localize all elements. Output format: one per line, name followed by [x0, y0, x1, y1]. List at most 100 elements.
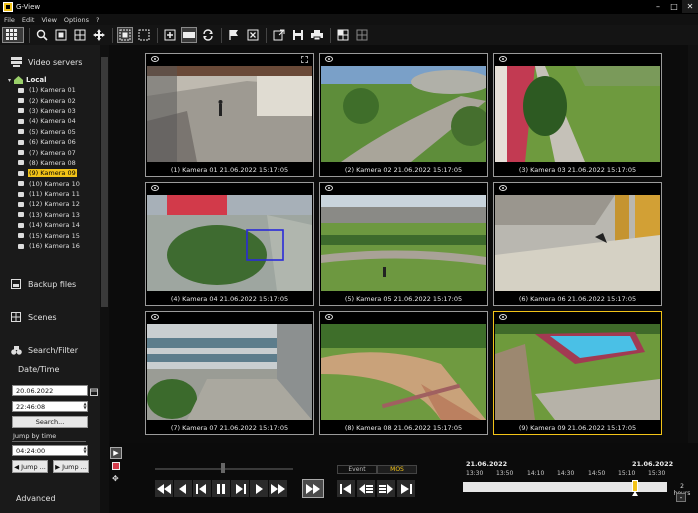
- menu-view[interactable]: View: [41, 16, 56, 24]
- video-servers-header[interactable]: Video servers: [10, 57, 82, 67]
- tree-root-local[interactable]: ▾ Local: [8, 75, 98, 85]
- export-icon[interactable]: [271, 27, 287, 43]
- menu-file[interactable]: File: [4, 16, 15, 24]
- eye-icon[interactable]: [499, 56, 507, 62]
- tree-camera-12[interactable]: (12) Kamera 12: [8, 199, 98, 209]
- eye-icon[interactable]: [151, 56, 159, 62]
- speed-slider-knob[interactable]: [221, 463, 225, 473]
- camera-tile-3[interactable]: (3) Kamera 03 21.06.2022 15:17:05: [493, 53, 662, 177]
- add-view-icon[interactable]: [162, 27, 178, 43]
- tree-camera-2[interactable]: (2) Kamera 02: [8, 95, 98, 105]
- select-region-icon[interactable]: [301, 56, 308, 63]
- tree-camera-13[interactable]: (13) Kamera 13: [8, 210, 98, 220]
- previous-event-button[interactable]: [357, 480, 375, 497]
- flag-icon[interactable]: [226, 27, 242, 43]
- stretch-view-icon[interactable]: [181, 27, 197, 43]
- jump-forward-button[interactable]: ▶ Jump ...: [53, 460, 89, 473]
- print-icon[interactable]: [309, 27, 325, 43]
- fast-rewind-button[interactable]: [155, 480, 173, 497]
- eye-icon[interactable]: [151, 185, 159, 191]
- refresh-icon[interactable]: [200, 27, 216, 43]
- mos-mode-tab[interactable]: MOS: [377, 465, 417, 474]
- menu-edit[interactable]: Edit: [22, 16, 35, 24]
- play-reverse-button[interactable]: [174, 480, 192, 497]
- grid-scrollbar[interactable]: [688, 45, 698, 443]
- fast-forward-button[interactable]: [269, 480, 287, 497]
- eye-icon[interactable]: [325, 185, 333, 191]
- quad-view-icon[interactable]: [354, 27, 370, 43]
- multi-view-icon[interactable]: [335, 27, 351, 43]
- scenes-header[interactable]: Scenes: [10, 312, 57, 322]
- tree-camera-4[interactable]: (4) Kamera 04: [8, 116, 98, 126]
- date-field[interactable]: 20.06.2022: [12, 385, 100, 397]
- camera-tile-2[interactable]: (2) Kamera 02 21.06.2022 15:17:05: [319, 53, 488, 177]
- close-button[interactable]: ✕: [682, 0, 698, 13]
- sequence-icon[interactable]: [117, 27, 133, 43]
- time-spinner-icon[interactable]: ▲ ▼: [82, 402, 88, 411]
- next-event-button[interactable]: [377, 480, 395, 497]
- camera-tile-7[interactable]: (7) Kamera 07 21.06.2022 15:17:05: [145, 311, 314, 435]
- eye-icon[interactable]: [325, 314, 333, 320]
- save-icon[interactable]: [290, 27, 306, 43]
- maximize-button[interactable]: □: [666, 0, 682, 13]
- menu-options[interactable]: Options: [64, 16, 89, 24]
- digital-zoom-icon[interactable]: [72, 27, 88, 43]
- select-area-icon[interactable]: [136, 27, 152, 43]
- go-to-end-button[interactable]: [397, 480, 415, 497]
- pause-button[interactable]: [212, 480, 230, 497]
- search-button[interactable]: Search...: [12, 416, 88, 428]
- eye-icon[interactable]: [325, 56, 333, 62]
- jump-time-field[interactable]: 04:24:00 ▲ ▼: [12, 445, 88, 456]
- layout-grid-icon[interactable]: [2, 27, 24, 43]
- jump-time-spinner-icon[interactable]: ▲ ▼: [82, 446, 88, 455]
- playback-mode-icon[interactable]: ▶: [110, 447, 122, 459]
- record-icon[interactable]: [112, 462, 120, 470]
- sidebar-scrollbar[interactable]: [100, 45, 109, 513]
- camera-tile-6[interactable]: (6) Kamera 06 21.06.2022 15:17:05: [493, 182, 662, 306]
- camera-label: (15) Kamera 15: [29, 231, 80, 240]
- tree-camera-3[interactable]: (3) Kamera 03: [8, 106, 98, 116]
- time-field[interactable]: 22:46:08 ▲ ▼: [12, 401, 88, 412]
- minimize-button[interactable]: –: [650, 0, 666, 13]
- tree-camera-14[interactable]: (14) Kamera 14: [8, 220, 98, 230]
- step-back-button[interactable]: [193, 480, 211, 497]
- tree-camera-6[interactable]: (6) Kamera 06: [8, 137, 98, 147]
- go-to-start-button[interactable]: [337, 480, 355, 497]
- zoom-icon[interactable]: [34, 27, 50, 43]
- sidebar-scroll-thumb[interactable]: [101, 57, 108, 307]
- step-forward-button[interactable]: [231, 480, 249, 497]
- backup-files-header[interactable]: Backup files: [10, 279, 76, 289]
- jump-back-button[interactable]: ◀ Jump ...: [12, 460, 48, 473]
- tree-camera-15[interactable]: (15) Kamera 15: [8, 230, 98, 240]
- toolbar-separator: [29, 27, 30, 43]
- eye-icon[interactable]: [151, 314, 159, 320]
- advanced-label[interactable]: Advanced: [16, 494, 56, 503]
- eye-icon[interactable]: [499, 314, 507, 320]
- camera-tile-8[interactable]: (8) Kamera 08 21.06.2022 15:17:05: [319, 311, 488, 435]
- camera-tile-9[interactable]: (9) Kamera 09 21.06.2022 15:17:05: [493, 311, 662, 435]
- tree-camera-7[interactable]: (7) Kamera 07: [8, 147, 98, 157]
- tree-camera-8[interactable]: (8) Kamera 08: [8, 158, 98, 168]
- export-excel-icon[interactable]: [245, 27, 261, 43]
- search-filter-header[interactable]: Search/Filter: [10, 345, 78, 355]
- eye-icon[interactable]: [499, 185, 507, 191]
- camera-tile-5[interactable]: (5) Kamera 05 21.06.2022 15:17:05: [319, 182, 488, 306]
- calendar-icon[interactable]: [88, 386, 100, 397]
- camera-tile-4[interactable]: (4) Kamera 04 21.06.2022 15:17:05: [145, 182, 314, 306]
- fit-window-icon[interactable]: [53, 27, 69, 43]
- camera-tile-1[interactable]: (1) Kamera 01 21.06.2022 15:17:05: [145, 53, 314, 177]
- menu-help[interactable]: ?: [96, 16, 99, 24]
- tree-camera-1[interactable]: (1) Kamera 01: [8, 85, 98, 95]
- tree-camera-16[interactable]: (16) Kamera 16: [8, 241, 98, 251]
- timeline-tick: 15:10: [618, 470, 636, 477]
- tree-camera-11[interactable]: (11) Kamera 11: [8, 189, 98, 199]
- tree-camera-10[interactable]: (10) Kamera 10: [8, 179, 98, 189]
- tree-camera-5[interactable]: (5) Kamera 05: [8, 127, 98, 137]
- live-button[interactable]: [302, 479, 324, 498]
- event-mode-tab[interactable]: Event: [337, 465, 377, 474]
- move-small-icon[interactable]: ✥: [112, 474, 119, 483]
- move-icon[interactable]: [91, 27, 107, 43]
- timeline-zoom-out-button[interactable]: -: [676, 493, 686, 502]
- play-button[interactable]: [250, 480, 268, 497]
- tree-camera-9[interactable]: (9) Kamera 09: [8, 168, 98, 178]
